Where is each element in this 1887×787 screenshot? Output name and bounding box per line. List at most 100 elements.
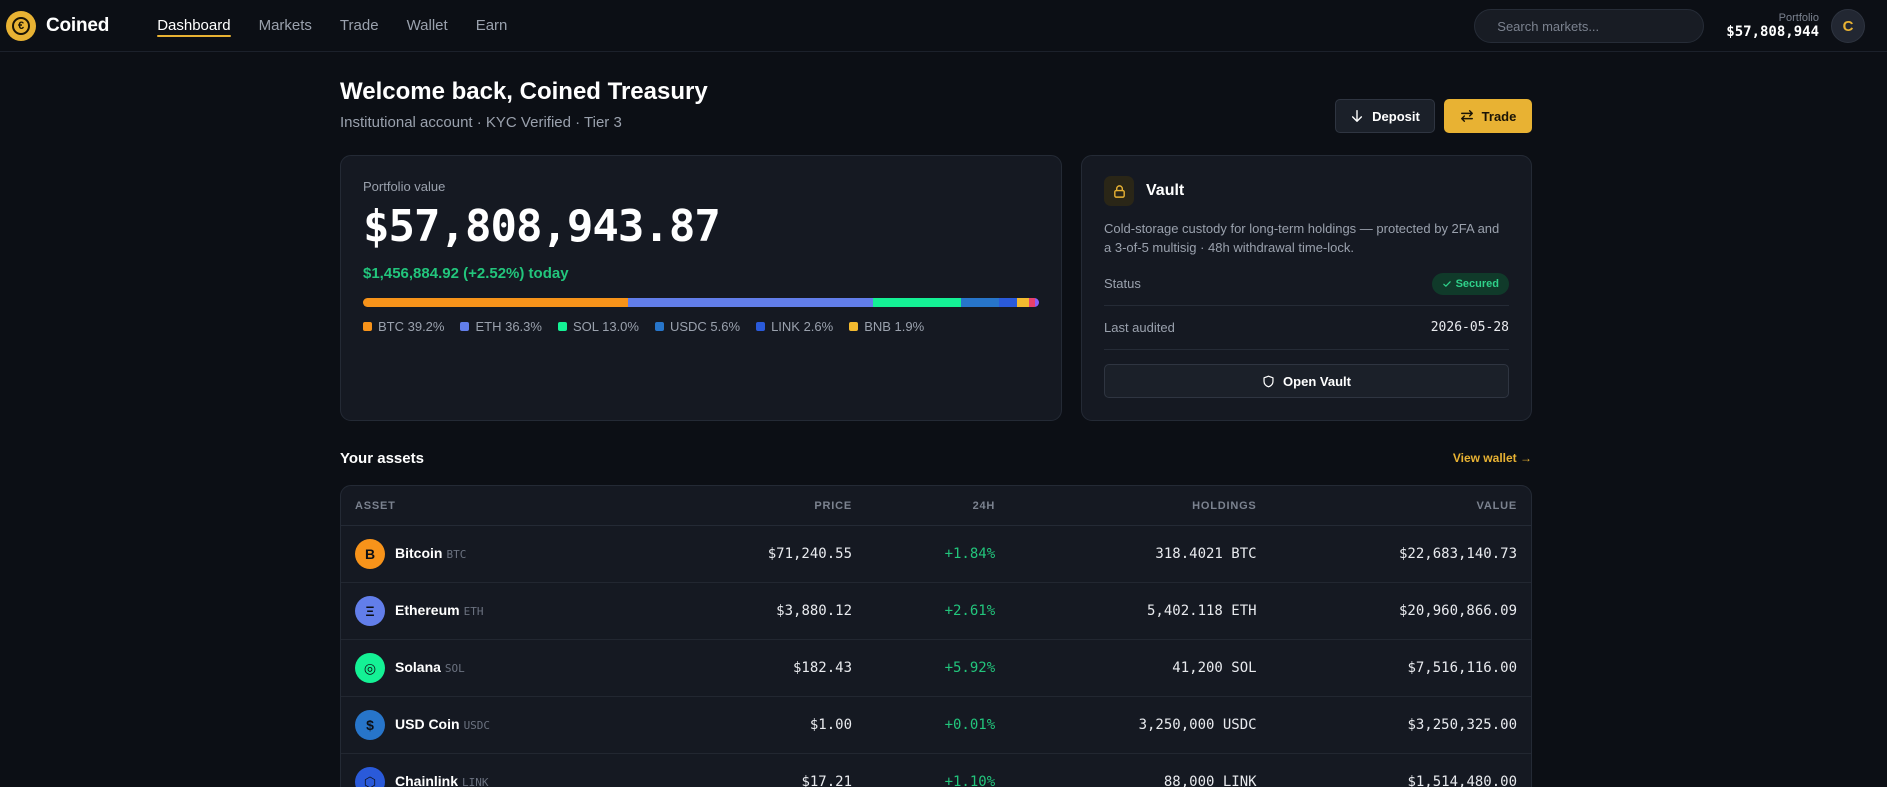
trade-button[interactable]: Trade — [1444, 99, 1532, 133]
legend-dot — [654, 322, 664, 331]
portfolio-summary-value: $57,808,944 — [1726, 24, 1819, 40]
col-asset[interactable]: ASSET — [355, 500, 693, 512]
allocation-segment-other2 — [1034, 298, 1039, 307]
brand[interactable]: € Coined — [6, 10, 110, 41]
legend-dot — [756, 322, 766, 331]
table-header: ASSET PRICE 24H HOLDINGS VALUE — [341, 486, 1531, 526]
nav-trade[interactable]: Trade — [326, 0, 393, 52]
asset-price: $182.43 — [793, 660, 853, 676]
table-row[interactable]: ◎ Solana SOL $182.43 +5.92% 41,200 SOL $7,516,… — [341, 640, 1531, 697]
asset-price: $17.21 — [801, 774, 853, 787]
asset-symbol: SOL — [444, 662, 465, 675]
table-row[interactable]: ⬡ Chainlink LINK $17.21 +1.10% 88,000 LINK $1,… — [341, 754, 1531, 787]
portfolio-change: $1,456,884.92 (+2.52%) today — [363, 265, 569, 282]
main-content: Welcome back, Coined Treasury Institutio… — [340, 52, 1532, 787]
asset-cell: ◎ Solana SOL — [355, 653, 693, 683]
vault-audit-row: Last audited 2026-05-28 — [1104, 306, 1509, 350]
col-price[interactable]: PRICE — [693, 500, 852, 512]
portfolio-summary-label: Portfolio — [1778, 12, 1819, 24]
open-vault-button[interactable]: Open Vault — [1104, 364, 1509, 398]
lock-icon — [1104, 176, 1134, 206]
vault-title: Vault — [1146, 182, 1185, 199]
allocation-segment-usdc — [961, 298, 1000, 307]
search-input[interactable] — [1474, 9, 1705, 43]
asset-name: USD Coin — [395, 716, 460, 732]
asset-holdings: 41,200 SOL — [1172, 660, 1257, 676]
asset-holdings: 88,000 LINK — [1163, 774, 1257, 787]
legend-dot — [849, 322, 859, 331]
nav-dashboard[interactable]: Dashboard — [143, 0, 244, 52]
assets-header: Your assets View wallet → — [340, 421, 1532, 485]
asset-name: Bitcoin — [395, 545, 443, 561]
coined-logo-icon: € — [6, 10, 36, 41]
table-row[interactable]: $ USD Coin USDC $1.00 +0.01% 3,250,000 USDC $3… — [341, 697, 1531, 754]
asset-name: Ethereum — [395, 602, 460, 618]
link-coin-icon: ⬡ — [355, 767, 385, 787]
usdc-coin-icon: $ — [355, 710, 385, 740]
vault-header: Vault — [1104, 176, 1509, 206]
asset-change: +5.92% — [944, 660, 996, 676]
allocation-segment-link — [999, 298, 1017, 307]
asset-name: Solana — [395, 659, 441, 675]
col-value[interactable]: VALUE — [1257, 500, 1517, 512]
deposit-button[interactable]: Deposit — [1335, 99, 1435, 133]
vault-card: Vault Cold-storage custody for long-term… — [1081, 155, 1532, 421]
table-row[interactable]: B Bitcoin BTC $71,240.55 +1.84% 318.4021 BTC $… — [341, 526, 1531, 583]
trade-label: Trade — [1481, 108, 1517, 124]
status-badge-label: Secured — [1455, 277, 1499, 290]
swap-icon — [1460, 110, 1473, 122]
legend-label: ETH 36.3% — [475, 319, 542, 334]
status-badge: Secured — [1431, 272, 1509, 295]
asset-value: $3,250,325.00 — [1407, 717, 1518, 733]
header-actions: Deposit Trade — [1335, 99, 1532, 133]
col-24h[interactable]: 24H — [852, 500, 995, 512]
logo-glyph: € — [12, 16, 30, 35]
portfolio-value-label: Portfolio value — [363, 179, 446, 194]
asset-value: $22,683,140.73 — [1399, 546, 1518, 562]
coin-glyph: ⬡ — [363, 773, 377, 787]
page-subtitle: Institutional account · KYC Verified · T… — [340, 114, 622, 131]
nav-earn[interactable]: Earn — [462, 0, 522, 52]
col-holdings[interactable]: HOLDINGS — [995, 500, 1256, 512]
vault-audit-value: 2026-05-28 — [1430, 320, 1509, 335]
asset-change: +1.84% — [944, 546, 996, 562]
page-header: Welcome back, Coined Treasury Institutio… — [340, 52, 1532, 155]
open-vault-label: Open Vault — [1283, 373, 1351, 389]
table-row[interactable]: Ξ Ethereum ETH $3,880.12 +2.61% 5,402.118 ETH… — [341, 583, 1531, 640]
btc-coin-icon: B — [355, 539, 385, 569]
legend-item-usdc: USDC 5.6% — [654, 319, 740, 334]
nav-wallet[interactable]: Wallet — [393, 0, 462, 52]
view-wallet-link[interactable]: View wallet → — [1453, 451, 1532, 465]
legend-label: BNB 1.9% — [864, 319, 925, 334]
nav-right: Portfolio $57,808,944 C — [1474, 0, 1865, 52]
asset-name: Chainlink — [395, 773, 459, 787]
legend-item-bnb: BNB 1.9% — [849, 319, 924, 334]
table-body: B Bitcoin BTC $71,240.55 +1.84% 318.4021 BTC $… — [341, 526, 1531, 787]
cards-row: Portfolio value $57,808,943.87 $1,456,88… — [340, 155, 1532, 421]
vault-status-row: Status Secured — [1104, 262, 1509, 306]
legend-label: BTC 39.2% — [378, 319, 445, 334]
asset-symbol: LINK — [462, 776, 489, 787]
brand-name: Coined — [46, 14, 110, 36]
allocation-segment-btc — [363, 298, 628, 307]
top-nav: € Coined Dashboard Markets Trade Wallet … — [0, 0, 1887, 52]
nav-markets[interactable]: Markets — [245, 0, 326, 52]
legend-item-eth: ETH 36.3% — [460, 319, 542, 334]
asset-symbol: BTC — [446, 548, 467, 561]
asset-symbol: USDC — [463, 719, 491, 732]
assets-table: ASSET PRICE 24H HOLDINGS VALUE B Bitcoin B… — [340, 485, 1532, 787]
asset-price: $3,880.12 — [776, 603, 853, 619]
asset-price: $1.00 — [809, 717, 853, 733]
asset-holdings: 5,402.118 ETH — [1147, 603, 1257, 619]
arrow-down-icon — [1352, 110, 1363, 122]
allocation-legend: BTC 39.2% ETH 36.3% SOL 13.0% USDC 5.6% LINK… — [363, 319, 1039, 334]
shield-icon — [1263, 375, 1274, 387]
asset-holdings: 3,250,000 USDC — [1138, 717, 1257, 733]
asset-cell: B Bitcoin BTC — [355, 539, 693, 569]
allocation-segment-sol — [873, 298, 962, 307]
asset-change: +1.10% — [944, 774, 996, 787]
asset-value: $1,514,480.00 — [1407, 774, 1518, 787]
legend-dot — [557, 322, 567, 331]
portfolio-card: Portfolio value $57,808,943.87 $1,456,88… — [340, 155, 1062, 421]
avatar[interactable]: C — [1831, 9, 1865, 43]
